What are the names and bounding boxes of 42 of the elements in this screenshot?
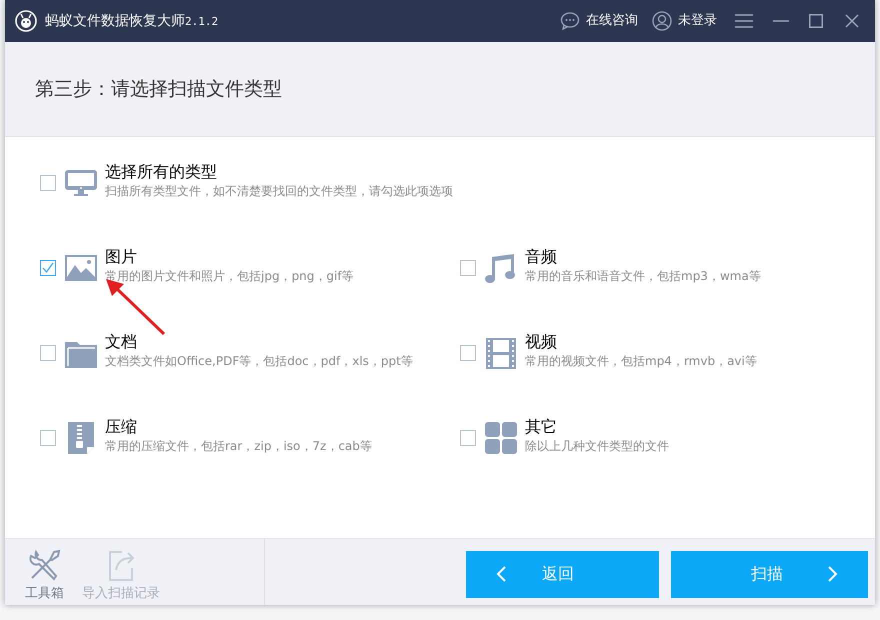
type-title: 其它	[525, 417, 558, 437]
checkbox[interactable]	[40, 345, 56, 361]
checkbox[interactable]	[460, 345, 476, 361]
version-label: 2.1.2	[185, 14, 218, 30]
checkbox[interactable]	[40, 260, 56, 276]
chevron-right-icon	[828, 566, 838, 582]
login-button[interactable]: 未登录	[652, 11, 717, 31]
ant-logo-icon	[15, 10, 37, 32]
music-note-icon	[484, 251, 518, 285]
window-title: 蚂蚁文件数据恢复大师	[45, 12, 185, 30]
checkbox[interactable]	[460, 430, 476, 446]
type-title: 视频	[525, 332, 558, 352]
maximize-icon[interactable]	[809, 14, 823, 28]
back-button[interactable]: 返回	[466, 550, 659, 598]
film-strip-icon	[484, 336, 518, 370]
menu-icon[interactable]	[735, 14, 753, 28]
scan-button[interactable]: 扫描	[671, 550, 868, 598]
type-title: 压缩	[105, 417, 138, 437]
toolbox-button[interactable]: 工具箱	[25, 546, 64, 603]
minimize-icon[interactable]	[773, 20, 789, 22]
grid-icon	[484, 421, 518, 455]
type-description: 文档类文件如Office,PDF等，包括doc，pdf，xls，ppt等	[105, 353, 413, 370]
user-icon	[652, 11, 672, 31]
online-chat-button[interactable]: 在线咨询	[560, 11, 638, 31]
checkbox[interactable]	[460, 260, 476, 276]
type-title: 选择所有的类型	[105, 162, 218, 182]
type-title: 图片	[105, 247, 138, 267]
type-title: 音频	[525, 247, 558, 267]
type-description: 常用的音乐和语音文件，包括mp3，wma等	[525, 268, 761, 285]
type-description: 扫描所有类型文件，如不清楚要找回的文件类型，请勾选此项选项	[105, 183, 453, 200]
checkbox[interactable]	[40, 430, 56, 446]
checkmark-icon	[42, 262, 54, 274]
chat-bubble-icon	[560, 11, 580, 31]
type-description: 常用的压缩文件，包括rar，zip，iso，7z，cab等	[105, 438, 372, 455]
type-title: 文档	[105, 332, 138, 352]
close-icon[interactable]	[845, 14, 859, 28]
checkbox[interactable]	[40, 175, 56, 191]
chevron-left-icon	[496, 566, 506, 582]
step-title: 第三步：请选择扫描文件类型	[35, 76, 282, 102]
type-description: 除以上几种文件类型的文件	[525, 438, 669, 455]
type-description: 常用的视频文件，包括mp4，rmvb，avi等	[525, 353, 757, 370]
type-description: 常用的图片文件和照片，包括jpg，png，gif等	[105, 268, 354, 285]
